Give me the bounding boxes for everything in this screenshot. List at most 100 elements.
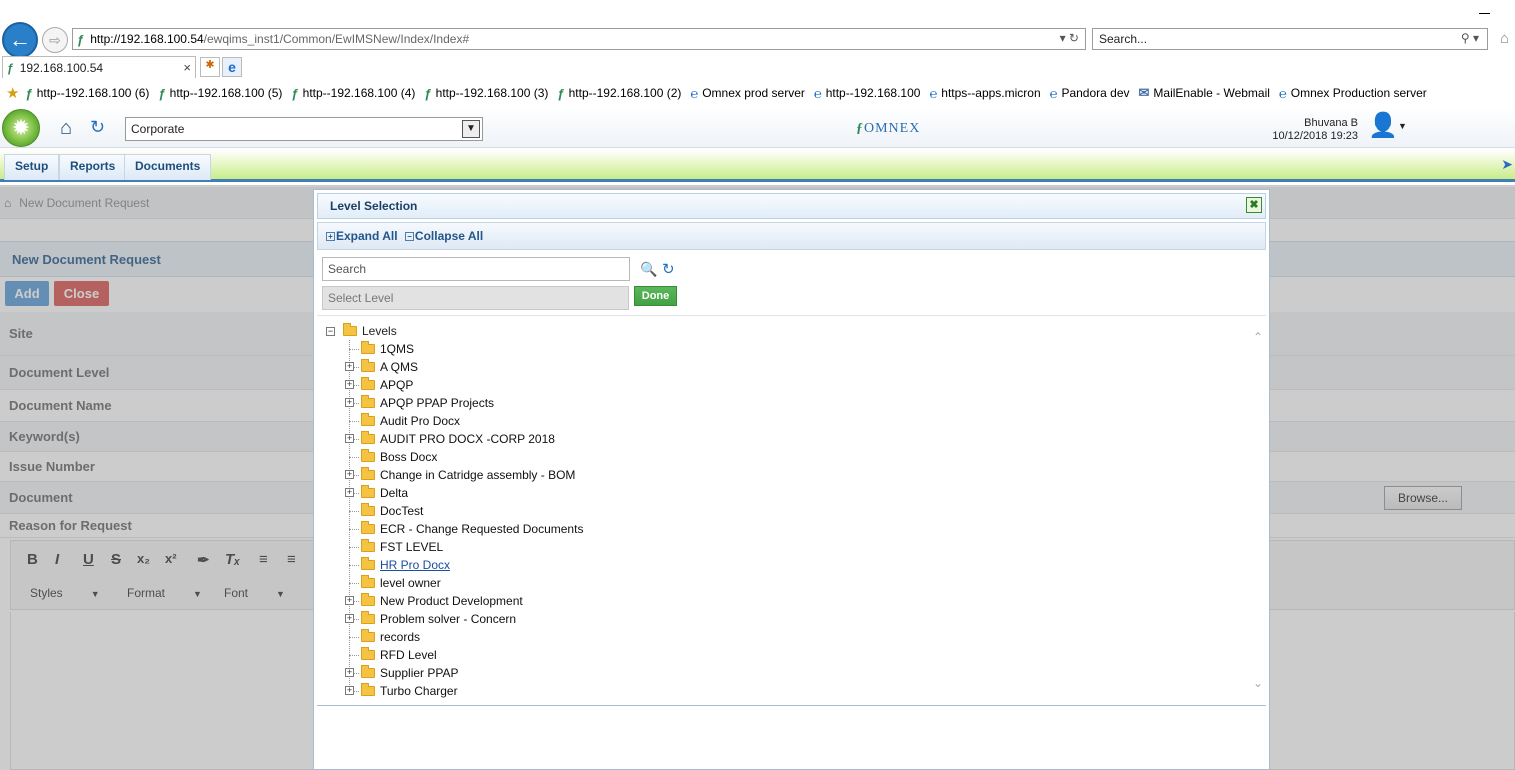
expand-icon[interactable]: + xyxy=(345,488,354,497)
tree-item-label[interactable]: New Product Development xyxy=(380,594,523,608)
menu-setup[interactable]: Setup xyxy=(4,154,60,180)
tree-item[interactable]: ECR - Change Requested Documents xyxy=(341,520,583,538)
expand-all-button[interactable]: + Expand All xyxy=(326,229,398,243)
tree-item[interactable]: RFD Level xyxy=(341,646,583,664)
tree-item-label[interactable]: A QMS xyxy=(380,360,418,374)
tree-item[interactable]: level owner xyxy=(341,574,583,592)
tree-item[interactable]: 1QMS xyxy=(341,340,583,358)
tree-item-label[interactable]: Boss Docx xyxy=(380,450,437,464)
expand-icon[interactable]: + xyxy=(345,434,354,443)
back-arrow-icon[interactable]: ← xyxy=(2,22,38,58)
tree-item-label[interactable]: level owner xyxy=(380,576,441,590)
bookmark-label: http--192.168.100 (4) xyxy=(302,86,416,100)
browser-tab[interactable]: ƒ 192.168.100.54 × xyxy=(2,56,196,78)
caret-down-icon[interactable]: ▼ xyxy=(1398,121,1407,131)
expand-icon[interactable]: + xyxy=(345,596,354,605)
browser-search-input[interactable]: Search... ⚲ ▾ xyxy=(1092,28,1488,50)
tree-item[interactable]: + Supplier PPAP xyxy=(341,664,583,682)
tree-item-label[interactable]: Problem solver - Concern xyxy=(380,612,516,626)
tree-item[interactable]: records xyxy=(341,628,583,646)
scroll-up-icon[interactable]: ⌃ xyxy=(1253,330,1263,344)
expand-icon[interactable]: + xyxy=(345,380,354,389)
tree-item[interactable]: + APQP xyxy=(341,376,583,394)
collapse-all-button[interactable]: − Collapse All xyxy=(404,229,483,243)
tree-item[interactable]: + A QMS xyxy=(341,358,583,376)
forward-arrow-icon[interactable]: ⇨ xyxy=(42,27,68,53)
menu-documents[interactable]: Documents xyxy=(124,154,212,180)
scroll-down-icon[interactable]: ⌄ xyxy=(1253,676,1263,690)
tree-item-label[interactable]: DocTest xyxy=(380,504,423,518)
new-tab-button[interactable]: ✱ xyxy=(200,57,220,77)
collapse-icon[interactable]: − xyxy=(326,326,335,336)
bookmark-item[interactable]: ƒ http--192.168.100 (2) xyxy=(557,86,681,101)
menu-reports[interactable]: Reports xyxy=(59,154,127,180)
app-logo-icon[interactable]: ✹ xyxy=(2,109,40,147)
bookmark-item[interactable]: ƒ http--192.168.100 (4) xyxy=(291,86,415,101)
tree-item[interactable]: + Problem solver - Concern xyxy=(341,610,583,628)
expand-icon[interactable]: + xyxy=(345,398,354,407)
close-icon[interactable]: ✖ xyxy=(1246,197,1262,213)
avatar-icon[interactable]: 👤 xyxy=(1368,111,1398,141)
tree-item[interactable]: DocTest xyxy=(341,502,583,520)
bookmark-item[interactable]: ƒ http--192.168.100 (6) xyxy=(25,86,149,101)
tree-item-label[interactable]: RFD Level xyxy=(380,648,437,662)
tree-item[interactable]: + Change in Catridge assembly - BOM xyxy=(341,466,583,484)
tree-item-label[interactable]: ECR - Change Requested Documents xyxy=(380,522,583,536)
tree-item[interactable]: FST LEVEL xyxy=(341,538,583,556)
bookmark-item[interactable]: ƒ http--192.168.100 (3) xyxy=(424,86,548,101)
tree-item-label[interactable]: APQP PPAP Projects xyxy=(380,396,494,410)
browser-nav-row: ← ⇨ ƒ http://192.168.100.54/ewqims_inst1… xyxy=(0,20,1515,58)
tree-item-label[interactable]: Supplier PPAP xyxy=(380,666,459,680)
expand-icon[interactable]: + xyxy=(345,470,354,479)
modal-title: Level Selection ✖ xyxy=(317,193,1266,219)
expand-icon[interactable]: + xyxy=(345,686,354,695)
tree-item-label[interactable]: records xyxy=(380,630,420,644)
tree-root[interactable]: − Levels xyxy=(326,322,397,340)
tree-item[interactable]: + AUDIT PRO DOCX -CORP 2018 xyxy=(341,430,583,448)
bookmark-item[interactable]: ℮ http--192.168.100 xyxy=(814,86,921,101)
tree-item[interactable]: Boss Docx xyxy=(341,448,583,466)
tree-item[interactable]: + Delta xyxy=(341,484,583,502)
bookmark-item[interactable]: ℮ Omnex prod server xyxy=(690,86,805,101)
ie-new-tab-icon[interactable]: e xyxy=(222,57,242,77)
tree-item[interactable]: Audit Pro Docx xyxy=(341,412,583,430)
browser-home-icon[interactable]: ⌂ xyxy=(1500,30,1509,47)
level-search-input[interactable]: Search xyxy=(322,257,630,281)
folder-icon xyxy=(361,521,375,534)
site-select[interactable]: Corporate ▼ xyxy=(125,117,483,141)
tree-item-label[interactable]: APQP xyxy=(380,378,413,392)
address-bar[interactable]: ƒ http://192.168.100.54/ewqims_inst1/Com… xyxy=(72,28,1086,50)
pin-icon[interactable]: ➤ xyxy=(1501,156,1513,173)
tree-item-label[interactable]: Audit Pro Docx xyxy=(380,414,460,428)
tree-item[interactable]: HR Pro Docx xyxy=(341,556,583,574)
tree-item-label[interactable]: 1QMS xyxy=(380,342,414,356)
window-minimize-button[interactable] xyxy=(1479,13,1490,14)
expand-icon[interactable]: + xyxy=(345,614,354,623)
expand-icon[interactable]: + xyxy=(345,362,354,371)
address-controls[interactable]: ▾ ↻ xyxy=(1060,31,1079,45)
home-icon[interactable]: ⌂ xyxy=(60,117,72,140)
bookmark-item[interactable]: ℮ https--apps.micron xyxy=(929,86,1040,101)
search-magnifier-icon[interactable]: ⚲ ▾ xyxy=(1461,31,1479,45)
refresh-icon[interactable]: ↻ xyxy=(90,117,105,138)
tree-item-label[interactable]: Change in Catridge assembly - BOM xyxy=(380,468,575,482)
expand-icon[interactable]: + xyxy=(345,668,354,677)
favorites-star-icon[interactable]: ★ xyxy=(6,84,19,102)
done-button[interactable]: Done xyxy=(634,286,677,306)
tree-item-label[interactable]: FST LEVEL xyxy=(380,540,443,554)
tree-item[interactable]: + New Product Development xyxy=(341,592,583,610)
tree-item[interactable]: + APQP PPAP Projects xyxy=(341,394,583,412)
tree-item-label[interactable]: AUDIT PRO DOCX -CORP 2018 xyxy=(380,432,555,446)
refresh-icon[interactable]: ↻ xyxy=(662,260,675,278)
tab-close-icon[interactable]: × xyxy=(183,60,191,75)
tree-item-label[interactable]: Turbo Charger xyxy=(380,684,458,698)
tree-item-label[interactable]: Delta xyxy=(380,486,408,500)
search-folder-icon[interactable]: 🔍 xyxy=(640,261,657,278)
tree-item[interactable]: + Turbo Charger xyxy=(341,682,583,700)
bookmark-item[interactable]: ℮ Omnex Production server xyxy=(1279,86,1427,101)
bookmark-item[interactable]: ℮ Pandora dev xyxy=(1050,86,1130,101)
tree-item-label[interactable]: HR Pro Docx xyxy=(380,558,450,572)
bookmark-item[interactable]: ƒ http--192.168.100 (5) xyxy=(158,86,282,101)
chevron-down-icon[interactable]: ▼ xyxy=(462,120,480,138)
bookmark-item[interactable]: ✉ MailEnable - Webmail xyxy=(1139,85,1270,101)
